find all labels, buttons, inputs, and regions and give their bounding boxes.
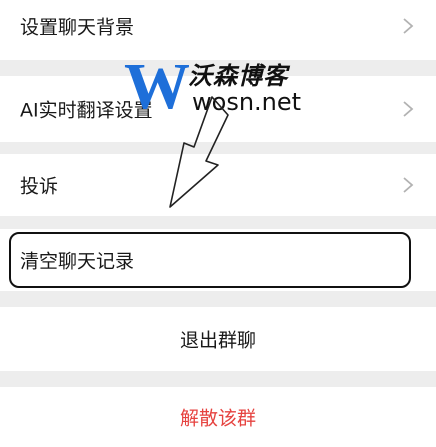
clear-chat-history-row[interactable]: 清空聊天记录: [0, 229, 436, 291]
complaint-row[interactable]: 投诉: [0, 154, 436, 216]
dissolve-group-button[interactable]: 解散该群: [0, 404, 436, 431]
exit-group-button[interactable]: 退出群聊: [0, 326, 436, 353]
complaint-label: 投诉: [20, 175, 59, 198]
dissolve-group-row[interactable]: 解散该群: [0, 387, 436, 447]
chevron-right-icon: [403, 177, 414, 193]
ai-translation-settings-label: AI实时翻译设置: [20, 99, 153, 122]
set-chat-background-label: 设置聊天背景: [20, 16, 135, 39]
watermark-brand: 沃森博客: [188, 62, 288, 90]
exit-group-row[interactable]: 退出群聊: [0, 307, 436, 371]
watermark-url: wosn.net: [192, 88, 302, 116]
clear-chat-history-label: 清空聊天记录: [20, 250, 135, 273]
chevron-right-icon: [403, 18, 414, 34]
chevron-right-icon: [403, 101, 414, 117]
set-chat-background-row[interactable]: 设置聊天背景: [0, 0, 436, 60]
